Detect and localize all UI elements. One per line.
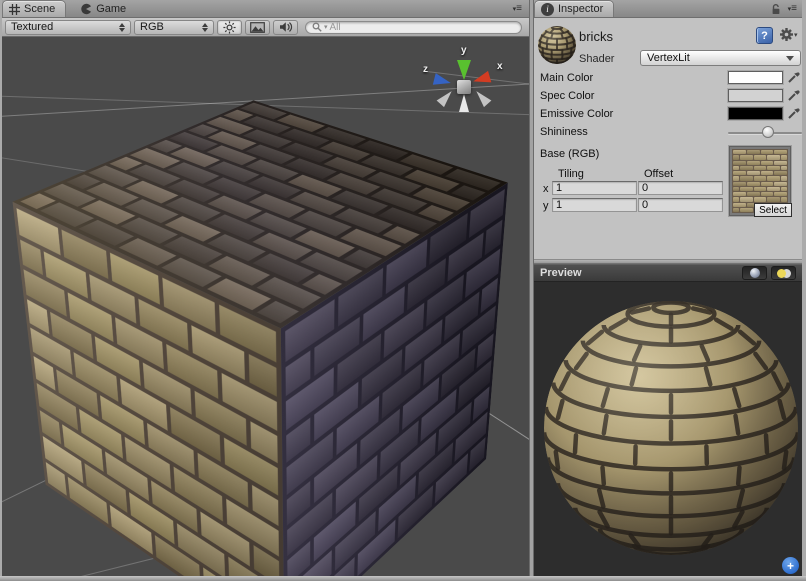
tab-inspector-label: Inspector [558, 3, 603, 15]
axis-x-cone[interactable] [472, 71, 492, 87]
sun-icon [223, 21, 236, 34]
scene-orientation-gizmo[interactable]: y x z [421, 47, 507, 127]
scene-lighting-toggle[interactable] [217, 20, 242, 35]
tab-scene[interactable]: Scene [2, 0, 66, 17]
window-frame-bottom [0, 576, 806, 581]
tiling-y-label: y [543, 200, 549, 212]
preview-sphere-shading [544, 301, 798, 555]
material-thumb-shading [538, 26, 576, 64]
brick-cube[interactable] [145, 146, 408, 544]
axis-x-label: x [497, 61, 503, 72]
add-preview-button[interactable]: + [782, 557, 799, 574]
offset-x-input[interactable] [638, 181, 723, 195]
base-texture-thumbnail[interactable]: Select [728, 145, 792, 217]
chevron-down-icon [786, 56, 794, 61]
search-icon [312, 22, 322, 32]
updown-arrows-icon [119, 23, 125, 32]
shininess-label: Shininess [540, 126, 588, 138]
preview-title: Preview [540, 267, 582, 279]
shader-dropdown[interactable]: VertexLit [640, 50, 801, 66]
game-icon [80, 3, 92, 15]
tab-scene-label: Scene [24, 3, 55, 15]
preview-header[interactable]: Preview [534, 264, 802, 282]
render-mode-dropdown[interactable]: RGB [134, 20, 214, 35]
help-icon[interactable]: ? [756, 27, 773, 44]
axis-z-label: z [423, 64, 428, 75]
grid-icon [9, 4, 20, 15]
scene-panel: Scene Game ▾≡ Textured RGB [2, 0, 530, 576]
material-preview-thumbnail [538, 26, 576, 64]
gizmo-center-cube[interactable] [457, 80, 471, 94]
preview-model-button[interactable] [742, 266, 767, 280]
scene-skybox-toggle[interactable] [245, 20, 270, 35]
eyedropper-icon[interactable] [787, 106, 801, 120]
axis-neg-cone[interactable] [437, 88, 456, 107]
tiling-x-input[interactable] [552, 181, 637, 195]
tab-game[interactable]: Game [74, 0, 136, 17]
offset-header: Offset [644, 168, 673, 180]
material-inspector: bricks ? ▾ Shader VertexLit Main [534, 18, 802, 260]
settings-button[interactable]: ▾ [779, 27, 798, 42]
gear-icon [779, 27, 794, 42]
info-icon: i [541, 3, 554, 16]
main-color-label: Main Color [540, 72, 593, 84]
lock-icon[interactable] [770, 3, 782, 15]
tiling-x-label: x [543, 183, 549, 195]
scene-audio-toggle[interactable] [273, 20, 298, 35]
scene-menu-icon[interactable]: ▾≡ [513, 0, 529, 17]
tiling-header: Tiling [558, 168, 584, 180]
window-frame-right [802, 0, 806, 581]
preview-area[interactable]: + [534, 282, 802, 576]
two-lights-icon [777, 269, 791, 278]
unity-editor-window: Scene Game ▾≡ Textured RGB [0, 0, 806, 581]
shader-label: Shader [579, 53, 614, 65]
eyedropper-icon[interactable] [787, 88, 801, 102]
spec-color-swatch[interactable] [728, 89, 783, 102]
tiling-y-input[interactable] [552, 198, 637, 212]
scene-tabbar: Scene Game ▾≡ [2, 0, 529, 18]
material-name: bricks [579, 29, 613, 44]
draw-mode-value: Textured [11, 21, 53, 33]
search-input[interactable]: ▾ All [305, 21, 522, 34]
scene-viewport[interactable]: y x z [2, 37, 529, 576]
inspector-panel: i Inspector ▾≡ bricks ? [533, 0, 802, 576]
spec-color-label: Spec Color [540, 90, 594, 102]
search-filter-value: All [330, 22, 341, 33]
preview-lighting-button[interactable] [771, 266, 796, 280]
shininess-slider[interactable] [728, 126, 802, 140]
axis-neg-cone[interactable] [473, 88, 492, 107]
axis-neg-y-cone[interactable] [459, 94, 469, 112]
base-rgb-label: Base (RGB) [540, 148, 599, 160]
sphere-icon [750, 268, 760, 278]
image-icon [250, 22, 265, 33]
slider-knob[interactable] [762, 126, 774, 138]
axis-z-cone[interactable] [433, 73, 452, 89]
axis-y-cone[interactable] [457, 60, 471, 80]
inspector-tabbar: i Inspector ▾≡ [534, 0, 802, 18]
gear-caret-icon: ▾ [794, 31, 798, 39]
window-frame-left [0, 0, 2, 581]
inspector-menu-icon[interactable]: ▾≡ [788, 3, 796, 14]
emissive-color-swatch[interactable] [728, 107, 783, 120]
updown-arrows-icon [202, 23, 208, 32]
search-filter-caret-icon[interactable]: ▾ [324, 23, 328, 31]
eyedropper-icon[interactable] [787, 70, 801, 84]
emissive-color-label: Emissive Color [540, 108, 613, 120]
offset-y-input[interactable] [638, 198, 723, 212]
tab-game-label: Game [96, 3, 126, 15]
tab-inspector[interactable]: i Inspector [534, 0, 614, 17]
axis-y-label: y [461, 45, 467, 56]
scene-toolbar: Textured RGB [2, 18, 529, 37]
pane-divider[interactable] [530, 0, 533, 576]
render-mode-value: RGB [140, 21, 164, 33]
speaker-icon [279, 21, 293, 33]
preview-sphere[interactable] [544, 301, 798, 555]
shader-value: VertexLit [647, 52, 690, 64]
main-color-swatch[interactable] [728, 71, 783, 84]
select-button[interactable]: Select [754, 203, 792, 217]
draw-mode-dropdown[interactable]: Textured [5, 20, 131, 35]
